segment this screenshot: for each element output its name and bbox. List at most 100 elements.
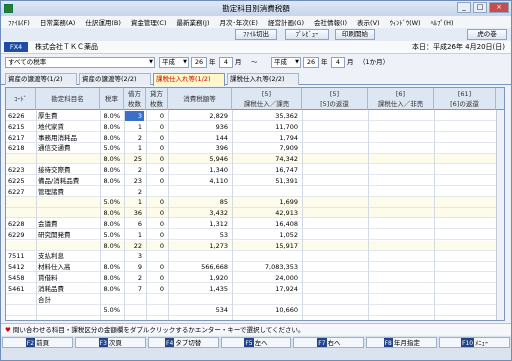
cell-amount[interactable]: 16,408 (232, 219, 300, 229)
vertical-scrollbar[interactable] (496, 110, 504, 320)
cell-tax[interactable]: 1,435 (168, 284, 230, 294)
cell-amount[interactable]: 17,924 (232, 284, 300, 294)
cell-amount[interactable]: 11,700 (232, 122, 300, 132)
cell-amount[interactable]: 1,052 (232, 230, 300, 240)
table-row[interactable]: 6228 会議費 8.0% 6 0 1,312 16,408 (6, 219, 504, 230)
menu-item[interactable]: 会社情報(I) (309, 17, 352, 27)
table-row[interactable]: 6223 接待交際費 8.0% 2 0 1,340 16,747 (6, 165, 504, 176)
cell-tax[interactable]: 566,668 (168, 262, 230, 272)
table-row[interactable]: 7511 支払利息 3 (6, 251, 504, 262)
year-to-input[interactable]: 26 (303, 57, 319, 68)
year-to-label: 年 (321, 58, 328, 66)
cell-amount[interactable]: 10,660 (232, 305, 300, 315)
table-row[interactable]: 6215 地代家賃 8.0% 1 0 936 11,700 (6, 122, 504, 132)
window-title: 勘定科目別消費税額 (222, 4, 290, 13)
cell-tax[interactable] (168, 187, 230, 197)
cell-amount[interactable]: 16,747 (232, 165, 300, 175)
table-row[interactable]: 8.0% 25 0 5,946 74,342 (6, 154, 504, 165)
cell-amount[interactable]: 15,917 (232, 241, 300, 251)
cell-amount[interactable]: 24,000 (232, 273, 300, 283)
table-row[interactable]: 合計 (6, 295, 504, 305)
cell-tax[interactable] (168, 295, 230, 305)
table-row[interactable]: 6218 通信交通費 5.0% 1 0 396 7,909 (6, 143, 504, 154)
tab-2[interactable]: 課税仕入れ等(1/2) (153, 73, 225, 86)
table-row[interactable]: 6226 厚生費 8.0% 3 0 2,829 35,362 (6, 111, 504, 122)
era-to-select[interactable]: 平成 ▼ (271, 57, 301, 68)
table-row[interactable]: 5.0% 534 10,660 (6, 305, 504, 316)
month-to-input[interactable]: 4 (331, 57, 345, 68)
table-row[interactable]: 5.0% 1 0 85 1,699 (6, 197, 504, 208)
cell-amount[interactable]: 7,909 (232, 143, 300, 153)
menu-item[interactable]: 日常業務(A) (35, 17, 81, 27)
header-c6: [6] 課税仕入／非売 (368, 88, 434, 110)
cell-tax[interactable]: 2,829 (168, 111, 230, 121)
fkey-f8[interactable]: F8 年月指定 (366, 337, 438, 348)
cell-tax[interactable]: 144 (168, 133, 230, 143)
table-row[interactable]: 5458 賃借料 8.0% 2 0 1,920 24,000 (6, 273, 504, 284)
cell-tax[interactable]: 3,432 (168, 208, 230, 218)
cell-amount[interactable] (232, 295, 300, 305)
tab-3[interactable]: 課税仕入れ等(2/2) (227, 73, 299, 85)
menu-item[interactable]: 資金管理(C) (126, 17, 172, 27)
cell-tax[interactable] (168, 251, 230, 261)
cell-name: 地代家賃 (38, 122, 64, 131)
tab-0[interactable]: 資産の譲渡等(1/2) (5, 73, 77, 85)
cell-amount[interactable]: 74,342 (232, 154, 300, 164)
cell-tax[interactable]: 936 (168, 122, 230, 132)
tab-1[interactable]: 資産の譲渡等(2/2) (79, 73, 151, 85)
menu-item[interactable]: 最新業務(J) (172, 17, 215, 27)
cell-amount[interactable] (232, 251, 300, 261)
cell-amount[interactable]: 35,362 (232, 111, 300, 121)
cell-amount[interactable]: 51,391 (232, 176, 300, 186)
fkey-f5[interactable]: F5 左へ (220, 337, 292, 348)
cell-tax[interactable]: 534 (168, 305, 230, 315)
table-row[interactable]: 6217 事務用消耗品 8.0% 2 0 144 1,794 (6, 133, 504, 143)
cell-tax[interactable]: 1,312 (168, 219, 230, 229)
table-row[interactable]: 5412 材料仕入高 8.0% 9 0 566,668 7,083,353 (6, 262, 504, 273)
minimize-button[interactable]: _ (457, 2, 471, 13)
menu-item[interactable]: 月次･年次(E) (215, 17, 263, 27)
cell-tax[interactable]: 5,946 (168, 154, 230, 164)
fkey-f3[interactable]: F3 次頁 (74, 337, 146, 348)
cell-tax[interactable]: 4,110 (168, 176, 230, 186)
cell-tax[interactable]: 1,340 (168, 165, 230, 175)
table-row[interactable]: 6229 研究開発費 5.0% 1 0 53 1,052 (6, 230, 504, 240)
tax-rate-select[interactable]: すべての税率 ▼ (5, 57, 155, 68)
menu-item[interactable]: 仕訳運用(B) (80, 17, 126, 27)
cell-name: 通信交通費 (38, 144, 71, 153)
menu-item[interactable]: 経営計画(G) (263, 17, 309, 27)
cell-amount[interactable]: 42,913 (232, 208, 300, 218)
fkey-f10[interactable]: F10 ﾒﾆｭｰ (439, 337, 511, 348)
cell-amount[interactable]: 7,083,353 (232, 262, 300, 272)
file-output-button[interactable]: ﾌｧｲﾙ切出 (235, 29, 277, 40)
print-button[interactable]: 印刷開始 (335, 29, 375, 40)
cell-amount[interactable] (232, 187, 300, 197)
menu-item[interactable]: 表示(V) (352, 17, 385, 27)
fkey-f4[interactable]: F4 タブ切替 (147, 337, 219, 348)
menu-item[interactable]: ｳｨﾝﾄﾞｳ(W) (385, 17, 426, 27)
close-button[interactable]: × (489, 2, 509, 13)
fkey-f7[interactable]: F7 右へ (293, 337, 365, 348)
table-row[interactable]: 6227 管理諸費 2 (6, 187, 504, 197)
cell-tax[interactable]: 1,920 (168, 273, 230, 283)
month-from-input[interactable]: 4 (219, 57, 233, 68)
table-row[interactable]: 6225 備品/消耗品費 8.0% 23 0 4,110 51,391 (6, 176, 504, 186)
year-from-input[interactable]: 26 (191, 57, 207, 68)
cell-amount[interactable]: 1,699 (232, 197, 300, 207)
cell-tax[interactable]: 1,273 (168, 241, 230, 251)
cell-tax[interactable]: 53 (168, 230, 230, 240)
era-from-select[interactable]: 平成 ▼ (159, 57, 189, 68)
cell-tax[interactable]: 396 (168, 143, 230, 153)
cell-debit: 3 (137, 252, 142, 261)
preview-button[interactable]: ﾌﾟﾚﾋﾞｭｰ (285, 29, 329, 40)
table-row[interactable]: 5461 消耗品費 8.0% 7 0 1,435 17,924 (6, 284, 504, 294)
menu-item[interactable]: ﾍﾙﾌﾟ(H) (426, 17, 459, 27)
manual-button[interactable]: 虎の巻 (467, 29, 507, 40)
maximize-button[interactable]: □ (473, 2, 487, 13)
table-row[interactable]: 8.0% 36 0 3,432 42,913 (6, 208, 504, 219)
cell-amount[interactable]: 1,794 (232, 133, 300, 143)
menu-item[interactable]: ﾌｧｲﾙ(F) (3, 17, 35, 27)
table-row[interactable]: 8.0% 22 0 1,273 15,917 (6, 240, 504, 251)
fkey-f2[interactable]: F2 前頁 (2, 337, 73, 348)
cell-tax[interactable]: 85 (168, 197, 230, 207)
